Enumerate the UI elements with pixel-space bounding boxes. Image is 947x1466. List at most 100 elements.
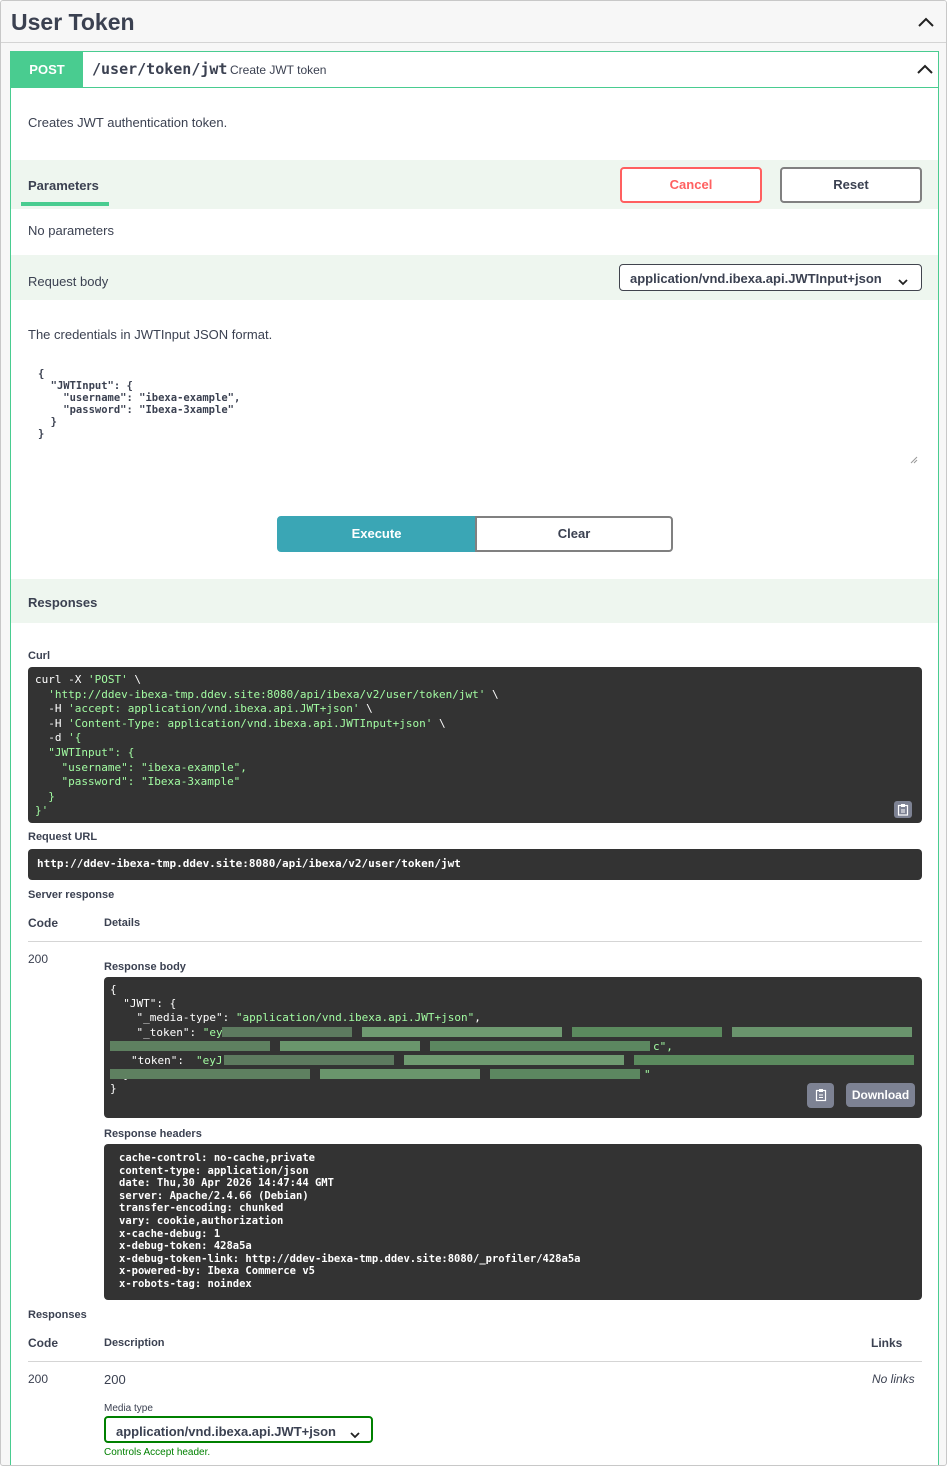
response-header-line: vary: cookie,authorization [119, 1214, 284, 1227]
chevron-up-icon[interactable] [917, 64, 933, 74]
request-url-label: Request URL [28, 831, 98, 843]
response-code: 200 [28, 952, 49, 966]
chevron-down-icon [898, 274, 908, 286]
media-type-select[interactable]: application/vnd.ibexa.api.JWT+json [104, 1416, 373, 1443]
json-media-type-key: "_media-type": [136, 1011, 236, 1025]
json-jwt-key: "JWT": { [123, 997, 177, 1011]
cancel-button[interactable]: Cancel [620, 167, 762, 203]
operation-description: Creates JWT authentication token. [28, 115, 228, 130]
tag-title: User Token [11, 9, 135, 35]
operation-block: POST /user/token/jwt Create JWT token Cr… [10, 51, 939, 1465]
resize-handle-icon[interactable] [910, 456, 918, 464]
redacted-token [224, 1055, 914, 1065]
responses-label: Responses [28, 1309, 87, 1321]
code-column-header: Code [28, 1336, 58, 1350]
links-column-header: Links [871, 1336, 903, 1350]
request-url-block: http://ddev-ibexa-tmp.ddev.site:8080/api… [28, 849, 922, 880]
responses-header: Responses [11, 579, 938, 623]
responses-title: Responses [28, 595, 98, 610]
response-header-line: content-type: application/json [119, 1164, 309, 1177]
controls-accept-text: Controls Accept header. [104, 1447, 211, 1458]
server-response-label: Server response [28, 889, 115, 901]
response-body-code: { "JWT": { "_media-type": "application/v… [110, 983, 481, 1096]
request-url-value: http://ddev-ibexa-tmp.ddev.site:8080/api… [37, 857, 461, 870]
curl-line-end: \ [127, 673, 141, 686]
redacted-token [110, 1041, 650, 1051]
operation-path: /user/token/jwt [92, 60, 228, 78]
description-column-header: Description [104, 1337, 165, 1349]
divider [28, 1361, 922, 1362]
response-body-block: { "JWT": { "_media-type": "application/v… [104, 977, 922, 1118]
response-body-label: Response body [104, 961, 186, 973]
curl-d-flag: -d [48, 731, 69, 745]
execute-button[interactable]: Execute [277, 516, 476, 552]
operation-summary[interactable]: POST /user/token/jwt Create JWT token [11, 52, 938, 88]
tag-header[interactable]: User Token [1, 1, 946, 43]
execute-button-group: Execute Clear [277, 516, 673, 552]
code-column-header: Code [28, 916, 58, 930]
no-links-text: No links [872, 1372, 915, 1386]
request-body-description: The credentials in JWTInput JSON format. [28, 327, 273, 342]
method-badge: POST [11, 52, 83, 87]
request-body-editor[interactable]: { "JWTInput": { "username": "ibexa-examp… [28, 360, 922, 468]
curl-body-password: "password": "Ibexa-3xample" [61, 775, 241, 789]
redacted-token [110, 1069, 640, 1079]
curl-body-close: } [48, 789, 55, 803]
chevron-up-icon[interactable] [918, 17, 934, 27]
response-header-line: cache-control: no-cache,private [119, 1152, 315, 1164]
details-column-header: Details [104, 917, 141, 929]
json-token2-start: "eyJ [196, 1054, 223, 1067]
media-type-value: application/vnd.ibexa.api.JWT+json [116, 1424, 336, 1439]
curl-body-open: '{ [68, 731, 82, 745]
request-body-text: { "JWTInput": { "username": "ibexa-examp… [38, 368, 241, 440]
json-token2-end: " [644, 1068, 651, 1081]
response-headers-text: cache-control: no-cache,private content-… [104, 1144, 922, 1299]
reset-button[interactable]: Reset [780, 167, 922, 203]
response-header-line: server: Apache/2.4.66 (Debian) [119, 1189, 309, 1202]
curl-body-username: "username": "ibexa-example", [61, 760, 247, 774]
json-token-start: "ey [202, 1025, 223, 1039]
curl-accept-header: 'accept: application/vnd.ibexa.api.JWT+j… [68, 702, 360, 716]
request-content-type-select[interactable]: application/vnd.ibexa.api.JWTInput+json [619, 264, 922, 291]
response-header-line: x-robots-tag: noindex [119, 1277, 252, 1290]
response-description: 200 [104, 1372, 126, 1387]
response-header-line: x-debug-token: 428a5a [119, 1240, 252, 1253]
curl-code-block: curl -X 'POST' \ 'http://ddev-ibexa-tmp.… [28, 667, 922, 823]
operation-summary-text: Create JWT token [230, 63, 327, 77]
curl-h-flag: -H [48, 702, 69, 716]
request-content-type-value: application/vnd.ibexa.api.JWTInput+json [630, 271, 882, 286]
divider [28, 941, 922, 942]
copy-to-clipboard-icon[interactable] [894, 801, 912, 818]
curl-url: 'http://ddev-ibexa-tmp.ddev.site:8080/ap… [48, 687, 486, 701]
curl-method: 'POST' [87, 673, 128, 686]
tab-active-indicator [21, 202, 109, 206]
curl-body-end: }' [35, 804, 49, 818]
no-parameters-text: No parameters [28, 223, 114, 238]
api-tag-panel: User Token POST /user/token/jwt Create J… [0, 0, 947, 1466]
curl-h-flag: -H [48, 716, 69, 730]
json-media-type-value: "application/vnd.ibexa.api.JWT+json" [235, 1011, 475, 1025]
response-header-line: x-powered-by: Ibexa Commerce v5 [119, 1265, 315, 1278]
response-header-line: x-debug-token-link: http://ddev-ibexa-tm… [119, 1252, 581, 1265]
json-brace: } [110, 1082, 117, 1096]
request-body-label: Request body [28, 274, 109, 289]
request-body-header: Request body application/vnd.ibexa.api.J… [11, 255, 938, 300]
media-type-label: Media type [104, 1403, 153, 1414]
json-token-end: c", [653, 1040, 673, 1053]
response-headers-label: Response headers [104, 1128, 202, 1140]
curl-code: curl -X 'POST' \ 'http://ddev-ibexa-tmp.… [35, 673, 499, 818]
json-token-key: "_token": [136, 1025, 203, 1039]
response-headers-block: cache-control: no-cache,private content-… [104, 1144, 922, 1300]
parameters-header: Parameters Cancel Reset [11, 160, 938, 209]
curl-content-type-header: 'Content-Type: application/vnd.ibexa.api… [68, 716, 433, 730]
curl-label: Curl [28, 650, 50, 662]
curl-text: curl -X [35, 673, 88, 686]
clear-button[interactable]: Clear [475, 516, 673, 552]
response-header-line: transfer-encoding: chunked [119, 1202, 284, 1215]
tab-parameters[interactable]: Parameters [28, 178, 99, 193]
chevron-down-icon [350, 1427, 360, 1439]
redacted-token [222, 1027, 912, 1037]
response-header-line: date: Thu,30 Apr 2026 14:47:44 GMT [119, 1177, 334, 1190]
copy-to-clipboard-icon[interactable] [807, 1083, 834, 1108]
download-button[interactable]: Download [846, 1083, 915, 1107]
